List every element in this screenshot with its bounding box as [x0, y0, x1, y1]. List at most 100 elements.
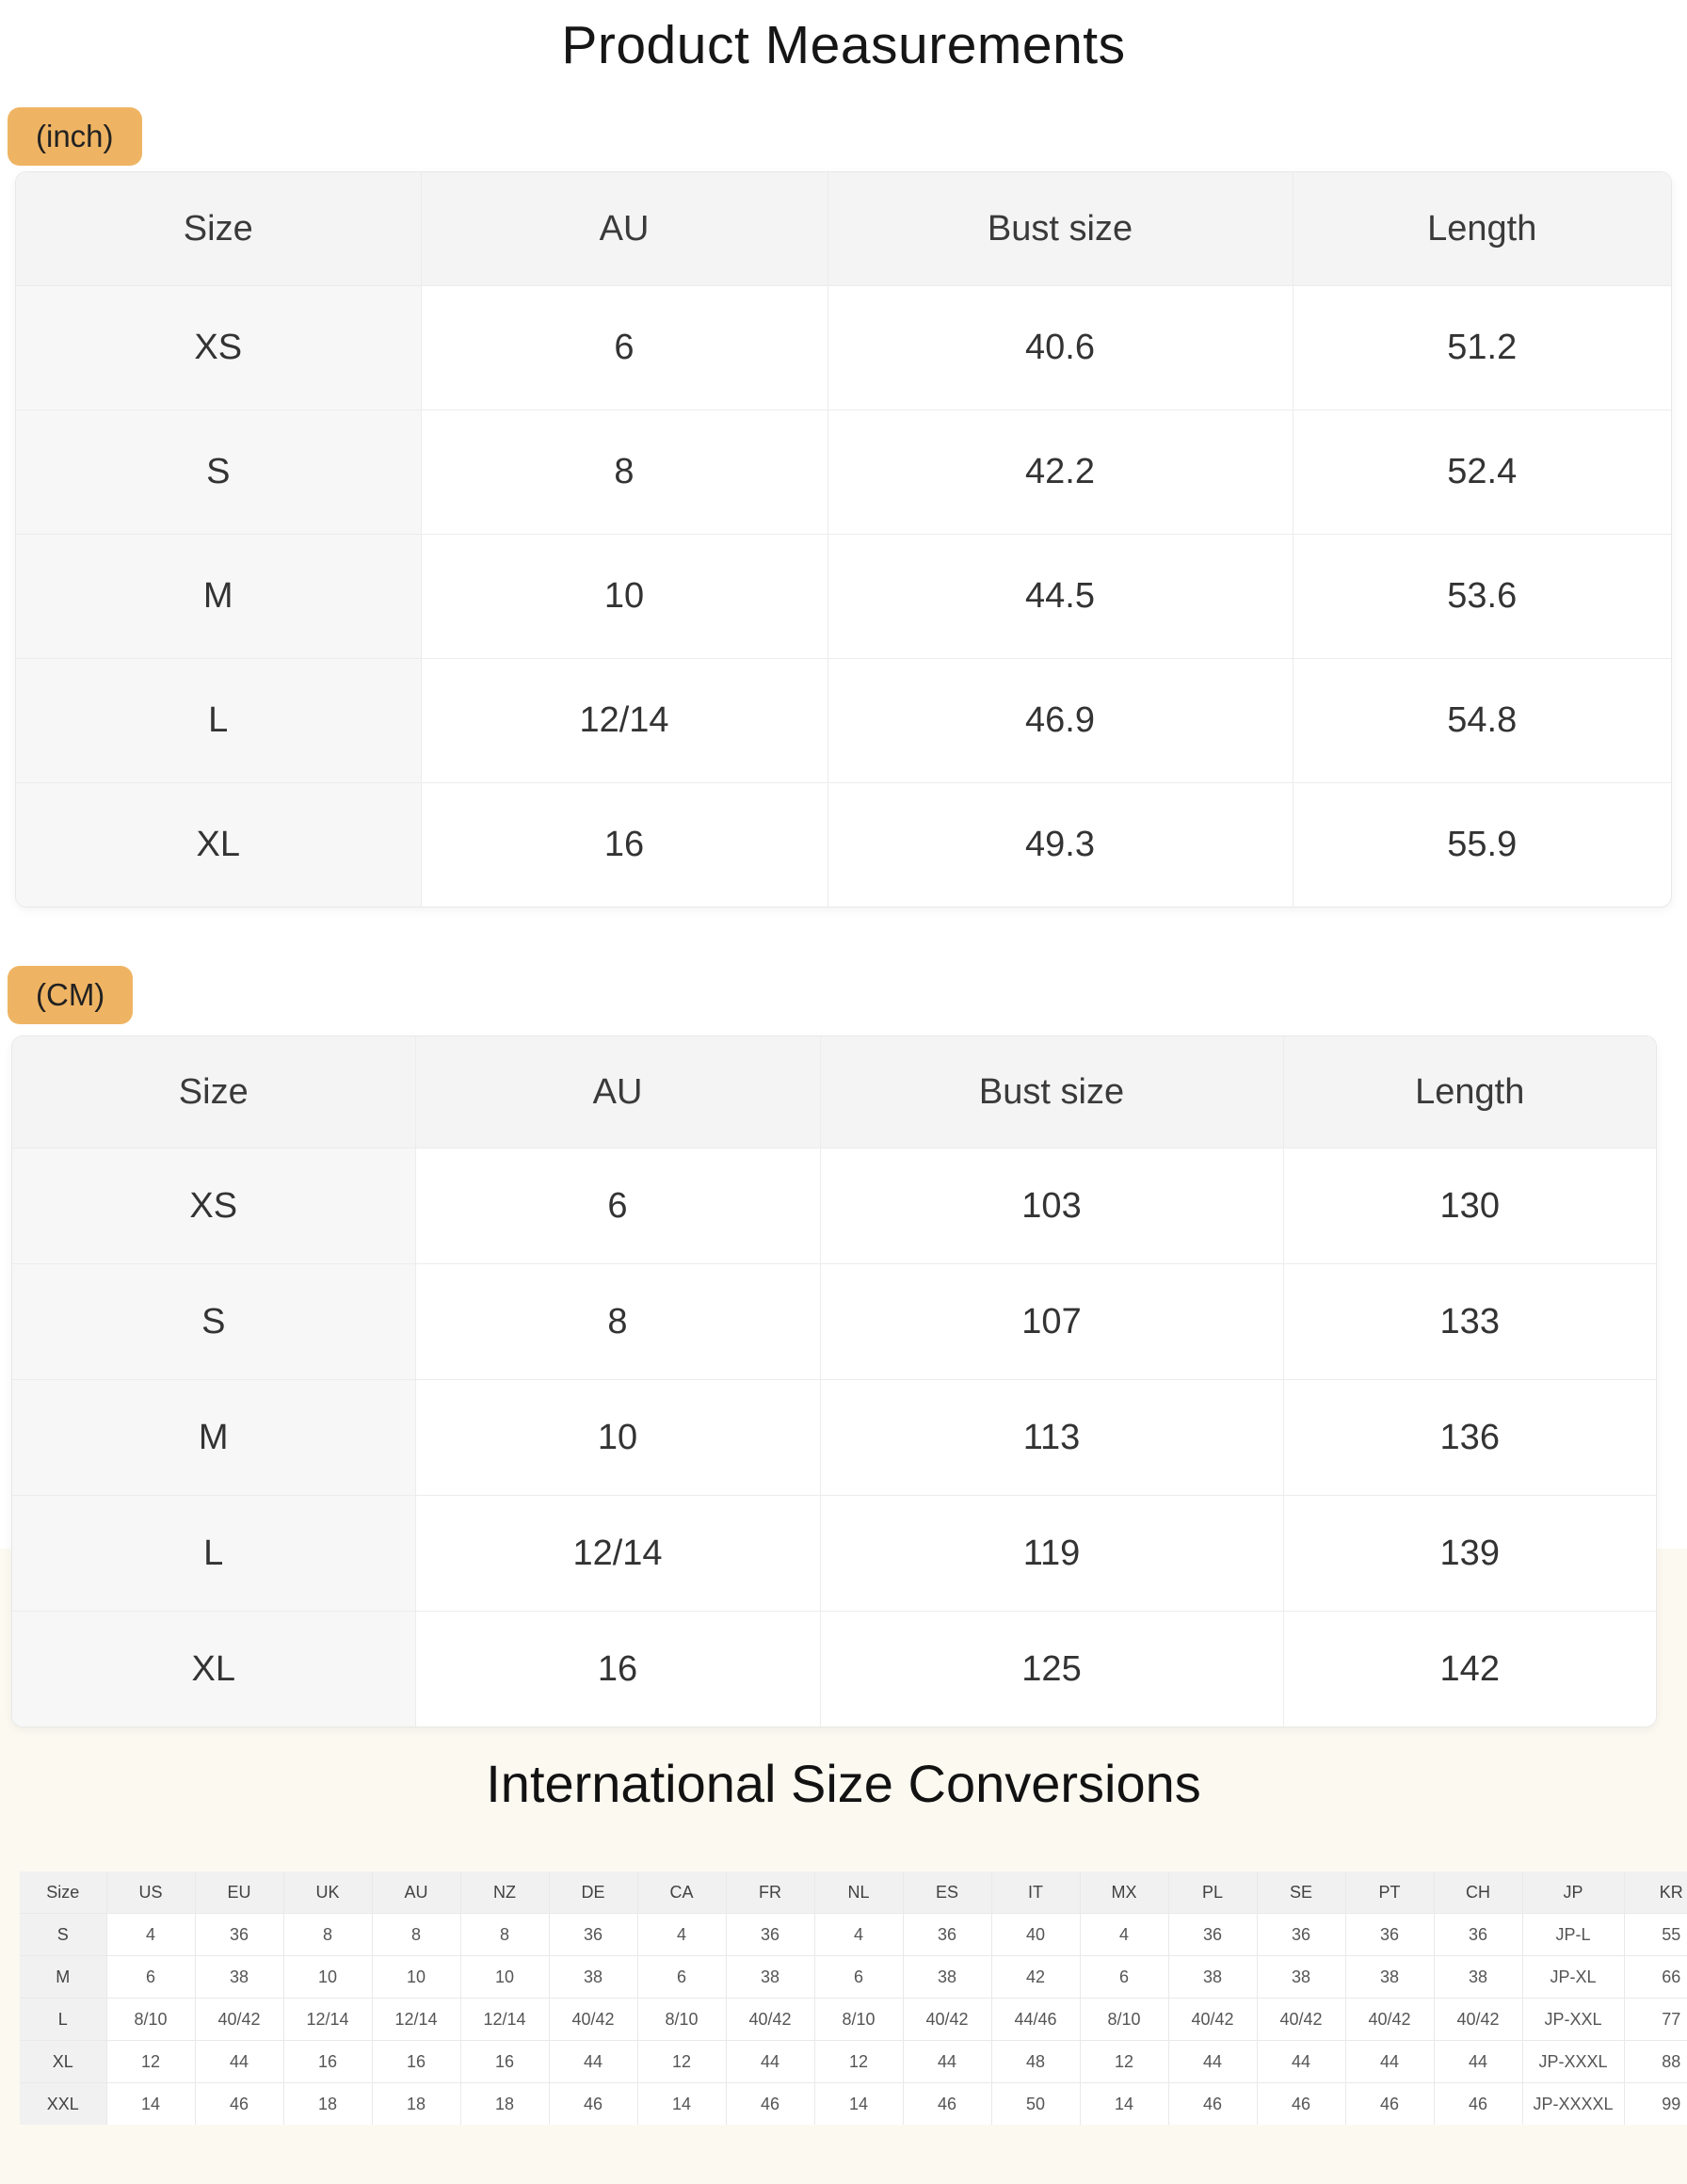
table-cell: 40/42 [1345, 1999, 1434, 2041]
row-header: S [20, 1914, 106, 1956]
row-header: XS [16, 286, 421, 410]
table-row: XL12441616164412441244481244444444JP-XXX… [20, 2041, 1687, 2083]
column-header: UK [283, 1871, 372, 1914]
table-cell: 6 [106, 1956, 195, 1999]
table-cell: 46.9 [827, 659, 1293, 783]
header-row: SizeAUBust sizeLength [12, 1036, 1656, 1148]
table-cell: 44/46 [991, 1999, 1080, 2041]
table-cell: 6 [415, 1148, 820, 1264]
column-header: PL [1168, 1871, 1257, 1914]
table-row: XL16125142 [12, 1612, 1656, 1727]
table-cell: 55 [1624, 1914, 1687, 1956]
table-row: L12/14119139 [12, 1496, 1656, 1612]
table-cell: 8 [421, 410, 827, 535]
table-cell: 99 [1624, 2083, 1687, 2126]
table-cell: 49.3 [827, 783, 1293, 907]
table-cell: 36 [903, 1914, 991, 1956]
table-cell: 6 [421, 286, 827, 410]
table-cell: 18 [283, 2083, 372, 2126]
column-header: NL [814, 1871, 903, 1914]
table-cell: 44 [903, 2041, 991, 2083]
table-cell: 6 [1080, 1956, 1168, 1999]
table-cell: 38 [1257, 1956, 1345, 1999]
column-header: IT [991, 1871, 1080, 1914]
table-row: S8107133 [12, 1264, 1656, 1380]
table-cell: 44 [1345, 2041, 1434, 2083]
table-cell: 66 [1624, 1956, 1687, 1999]
table-cell: 52.4 [1293, 410, 1671, 535]
row-header: M [12, 1380, 415, 1496]
table-cell: 12/14 [415, 1496, 820, 1612]
table-cell: 40/42 [195, 1999, 283, 2041]
table-cell: 44 [195, 2041, 283, 2083]
table-cell: JP-L [1522, 1914, 1624, 1956]
table-cell: 119 [820, 1496, 1283, 1612]
table-cell: 36 [1168, 1914, 1257, 1956]
column-header: KR [1624, 1871, 1687, 1914]
table-cell: 12/14 [372, 1999, 460, 2041]
column-header: JP [1522, 1871, 1624, 1914]
header-row: SizeUSEUUKAUNZDECAFRNLESITMXPLSEPTCHJPKR [20, 1871, 1687, 1914]
table-cell: 54.8 [1293, 659, 1671, 783]
table-cell: 38 [1345, 1956, 1434, 1999]
table-cell: 12/14 [460, 1999, 549, 2041]
column-header: Size [12, 1036, 415, 1148]
table-cell: 113 [820, 1380, 1283, 1496]
table-cell: 38 [549, 1956, 637, 1999]
conversion-table-container: SizeUSEUUKAUNZDECAFRNLESITMXPLSEPTCHJPKR… [20, 1871, 1687, 2125]
table-cell: 125 [820, 1612, 1283, 1727]
column-header: Length [1283, 1036, 1656, 1148]
table-cell: 46 [903, 2083, 991, 2126]
row-header: M [20, 1956, 106, 1999]
inch-measurements-card: SizeAUBust sizeLengthXS640.651.2S842.252… [15, 171, 1672, 907]
table-cell: 16 [421, 783, 827, 907]
table-cell: 130 [1283, 1148, 1656, 1264]
table-cell: 8 [283, 1914, 372, 1956]
table-cell: 4 [814, 1914, 903, 1956]
table-cell: 88 [1624, 2041, 1687, 2083]
table-cell: 40/42 [1168, 1999, 1257, 2041]
table-cell: 40/42 [1257, 1999, 1345, 2041]
column-header: PT [1345, 1871, 1434, 1914]
table-cell: 38 [1434, 1956, 1522, 1999]
table-cell: 8/10 [814, 1999, 903, 2041]
table-cell: JP-XXXL [1522, 2041, 1624, 2083]
table-cell: JP-XL [1522, 1956, 1624, 1999]
table-cell: 46 [1434, 2083, 1522, 2126]
table-row: S842.252.4 [16, 410, 1671, 535]
row-header: L [20, 1999, 106, 2041]
cm-unit-badge: (CM) [8, 966, 133, 1024]
table-cell: 12/14 [421, 659, 827, 783]
table-cell: 44 [1168, 2041, 1257, 2083]
table-cell: 10 [283, 1956, 372, 1999]
table-cell: 38 [195, 1956, 283, 1999]
table-cell: 50 [991, 2083, 1080, 2126]
row-header: XS [12, 1148, 415, 1264]
table-cell: 40/42 [549, 1999, 637, 2041]
table-cell: 16 [415, 1612, 820, 1727]
table-cell: 8/10 [106, 1999, 195, 2041]
row-header: XL [20, 2041, 106, 2083]
cm-measurements-table: SizeAUBust sizeLengthXS6103130S8107133M1… [12, 1036, 1656, 1726]
column-header: Size [16, 172, 421, 286]
table-cell: 8/10 [1080, 1999, 1168, 2041]
column-header: Bust size [820, 1036, 1283, 1148]
table-cell: 38 [726, 1956, 814, 1999]
table-cell: 14 [106, 2083, 195, 2126]
header-row: SizeAUBust sizeLength [16, 172, 1671, 286]
column-header: FR [726, 1871, 814, 1914]
table-cell: 46 [549, 2083, 637, 2126]
column-header: US [106, 1871, 195, 1914]
table-cell: 10 [421, 535, 827, 659]
table-cell: 46 [1257, 2083, 1345, 2126]
table-row: M1044.553.6 [16, 535, 1671, 659]
table-cell: 12 [814, 2041, 903, 2083]
table-cell: 12 [106, 2041, 195, 2083]
table-row: XXL14461818184614461446501446464646JP-XX… [20, 2083, 1687, 2126]
conversions-heading: International Size Conversions [0, 1749, 1687, 1819]
table-cell: 10 [460, 1956, 549, 1999]
table-cell: 36 [195, 1914, 283, 1956]
table-cell: 14 [637, 2083, 726, 2126]
row-header: XL [16, 783, 421, 907]
row-header: L [12, 1496, 415, 1612]
